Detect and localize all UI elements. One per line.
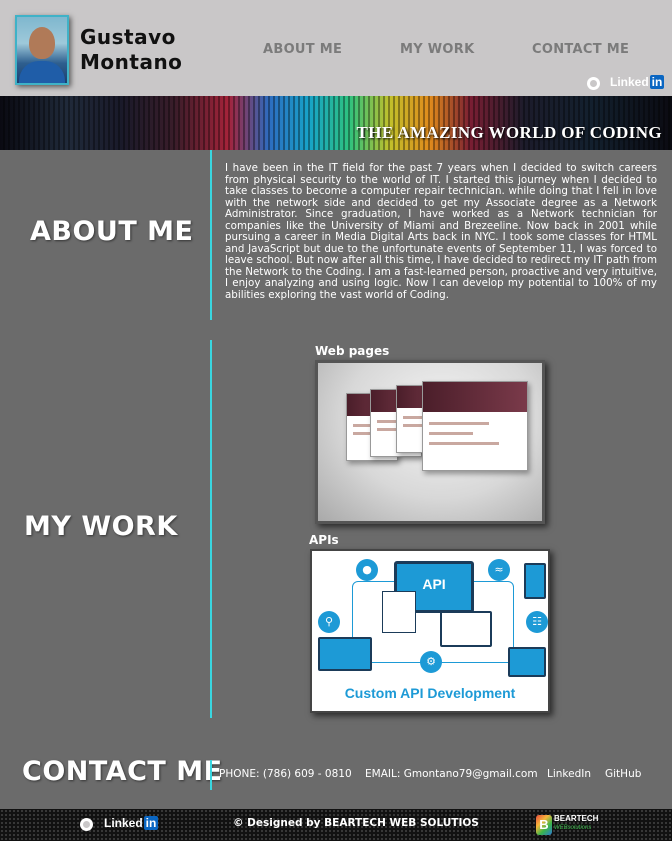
mockup-screen-bar: [423, 382, 527, 412]
site-footer: Linked in © Designed by BEARTECH WEB SOLU…: [0, 809, 672, 841]
gear-icon: ⚙: [420, 651, 442, 673]
about-divider: [210, 150, 212, 320]
laptop-icon: [318, 637, 372, 671]
beartech-logo-sub: WEBsolutions: [554, 825, 592, 831]
work-item-label-apis: APIs: [309, 533, 339, 547]
about-text: I have been in the IT field for the past…: [225, 162, 657, 301]
site-header: Gustavo Montano ABOUT ME MY WORK CONTACT…: [0, 0, 672, 96]
mockup-line: [429, 432, 473, 435]
nav-contact-me[interactable]: CONTACT ME: [532, 42, 629, 57]
linkedin-icon: in: [143, 816, 159, 830]
mockup-line: [429, 442, 499, 445]
hero-banner: THE AMAZING WORLD OF CODING: [0, 96, 672, 150]
site-name-last: Montano: [80, 50, 183, 74]
api-image-caption: Custom API Development: [344, 685, 516, 701]
site-name-first: Gustavo: [80, 25, 176, 49]
contact-github-link[interactable]: GitHub: [605, 768, 641, 780]
profile-photo-shirt: [19, 61, 65, 83]
api-document-icon: [382, 591, 416, 633]
contact-divider: [210, 760, 212, 790]
tablet-icon: [508, 647, 546, 677]
profile-photo: [15, 15, 69, 85]
work-item-label-web-pages: Web pages: [315, 344, 390, 358]
linkedin-link-text: Linked: [610, 75, 649, 89]
mockup-screen-main: [422, 381, 528, 471]
apis-thumbnail[interactable]: API ● ≈ ⚲ ⚙ ☷ Custom API Development: [310, 549, 550, 713]
github-icon[interactable]: [587, 77, 600, 90]
footer-linkedin-text: Linked: [104, 816, 143, 830]
about-section-title: ABOUT ME: [30, 216, 194, 247]
web-pages-thumbnail[interactable]: [315, 360, 545, 524]
beartech-logo-mark: B: [536, 815, 552, 835]
mockup-line: [429, 422, 489, 425]
work-section-title: MY WORK: [24, 511, 178, 542]
github-icon[interactable]: [80, 818, 93, 831]
beartech-logo: B BEARTECH WEBsolutions: [536, 813, 598, 837]
profile-photo-head: [29, 27, 55, 59]
user-icon: ●: [356, 559, 378, 581]
contact-phone: PHONE: (786) 609 - 0810: [219, 768, 352, 780]
search-icon: ⚲: [318, 611, 340, 633]
beartech-logo-name: BEARTECH: [554, 814, 599, 823]
site-name: Gustavo Montano: [80, 25, 200, 75]
contact-section-title: CONTACT ME: [22, 756, 223, 787]
contact-linkedin-link[interactable]: LinkedIn: [547, 768, 591, 780]
browser-window-icon: [440, 611, 492, 647]
nav-my-work[interactable]: MY WORK: [400, 42, 474, 57]
work-divider: [210, 340, 212, 718]
phone-icon: [524, 563, 546, 599]
banner-title: THE AMAZING WORLD OF CODING: [356, 123, 662, 142]
nav-about-me[interactable]: ABOUT ME: [263, 42, 342, 57]
wifi-icon: ≈: [488, 559, 510, 581]
cart-icon: ☷: [526, 611, 548, 633]
footer-credit: © Designed by BEARTECH WEB SOLUTIOS: [233, 817, 479, 829]
linkedin-icon: in: [649, 75, 665, 89]
contact-email-link[interactable]: EMAIL: Gmontano79@gmail.com: [365, 768, 538, 780]
linkedin-link[interactable]: Linked in: [610, 75, 665, 89]
footer-linkedin-link[interactable]: Linked in: [104, 816, 159, 830]
